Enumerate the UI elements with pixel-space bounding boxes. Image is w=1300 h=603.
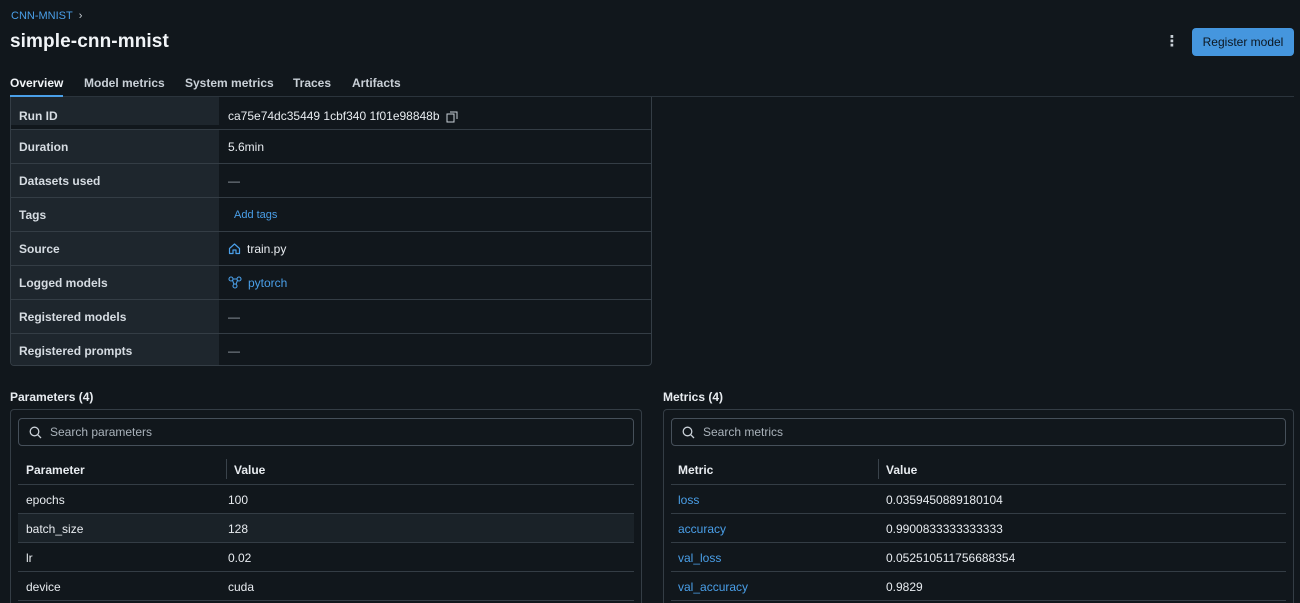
- logged-model-link[interactable]: pytorch: [248, 276, 287, 290]
- copy-icon[interactable]: [446, 111, 458, 123]
- metric-link[interactable]: accuracy: [678, 522, 726, 536]
- home-icon: [228, 242, 241, 255]
- search-icon: [682, 426, 695, 439]
- column-resizer[interactable]: [226, 459, 227, 479]
- detail-value: Add tags: [219, 198, 651, 231]
- metric-value: 0.9829: [886, 580, 923, 594]
- breadcrumb-experiment-link[interactable]: CNN-MNIST: [11, 10, 73, 22]
- param-value: 128: [228, 522, 249, 536]
- tab-artifacts[interactable]: Artifacts: [352, 76, 401, 90]
- metrics-search: [671, 418, 1286, 446]
- detail-value: pytorch: [219, 266, 651, 299]
- tab-traces[interactable]: Traces: [293, 76, 331, 90]
- detail-row-registered-prompts: Registered prompts —: [11, 333, 651, 365]
- search-icon: [29, 426, 42, 439]
- metric-value: 0.0359450889180104: [886, 493, 1003, 507]
- detail-row-duration: Duration 5.6min: [11, 129, 651, 163]
- param-name: epochs: [26, 493, 65, 507]
- run-id-value: ca75e74dc35449 1cbf340 1f01e98848b: [228, 109, 440, 123]
- metrics-search-input[interactable]: [703, 425, 1285, 439]
- table-row: val_accuracy 0.9829: [671, 572, 1286, 601]
- metrics-panel: Metric Value loss 0.0359450889180104 acc…: [663, 409, 1294, 603]
- param-name: device: [26, 580, 61, 594]
- detail-key: Logged models: [11, 266, 219, 299]
- detail-key: Registered prompts: [11, 334, 219, 365]
- column-header-metric[interactable]: Metric: [678, 463, 713, 477]
- table-row: lr 0.02: [18, 543, 634, 572]
- duration-value: 5.6min: [228, 139, 265, 154]
- table-row: val_loss 0.052510511756688354: [671, 543, 1286, 572]
- parameters-title: Parameters (4): [10, 390, 94, 404]
- metric-link[interactable]: val_accuracy: [678, 580, 748, 594]
- table-row: loss 0.0359450889180104: [671, 485, 1286, 514]
- table-row: batch_size 128: [18, 514, 634, 543]
- detail-row-registered-models: Registered models —: [11, 299, 651, 333]
- tab-overview[interactable]: Overview: [10, 76, 64, 97]
- table-row: device cuda: [18, 572, 634, 601]
- column-header-value[interactable]: Value: [886, 463, 917, 477]
- metrics-table-header: Metric Value: [671, 455, 1286, 485]
- detail-row-datasets: Datasets used —: [11, 163, 651, 197]
- metric-value: 0.9900833333333333: [886, 522, 1003, 536]
- parameters-table-header: Parameter Value: [18, 455, 634, 485]
- register-model-button[interactable]: Register model: [1192, 28, 1294, 56]
- metric-link[interactable]: loss: [678, 493, 699, 507]
- metric-value: 0.052510511756688354: [886, 551, 1016, 565]
- detail-key: Tags: [11, 198, 219, 231]
- detail-row-logged-models: Logged models pytorch: [11, 265, 651, 299]
- detail-key: Registered models: [11, 300, 219, 333]
- page-title: simple-cnn-mnist: [10, 31, 169, 52]
- param-name: lr: [26, 551, 33, 565]
- tab-system-metrics[interactable]: System metrics: [185, 76, 274, 90]
- parameters-search: [18, 418, 634, 446]
- metrics-title: Metrics (4): [663, 390, 724, 404]
- tab-bar: Overview Model metrics System metrics Tr…: [10, 70, 1294, 97]
- detail-key: Source: [11, 232, 219, 265]
- detail-row-source: Source train.py: [11, 231, 651, 265]
- table-row: epochs 100: [18, 485, 634, 514]
- table-row: accuracy 0.9900833333333333: [671, 514, 1286, 543]
- parameters-search-input[interactable]: [50, 425, 633, 439]
- detail-value: train.py: [219, 232, 651, 265]
- registered-prompts-value: —: [228, 343, 240, 358]
- tab-model-metrics[interactable]: Model metrics: [84, 76, 165, 90]
- column-header-value[interactable]: Value: [234, 463, 265, 477]
- detail-key: Datasets used: [11, 164, 219, 197]
- add-tags-button[interactable]: Add tags: [234, 209, 277, 221]
- source-link[interactable]: train.py: [247, 242, 286, 256]
- column-resizer[interactable]: [878, 459, 879, 479]
- breadcrumb: CNN-MNIST ›: [11, 10, 82, 22]
- param-value: 0.02: [228, 551, 252, 565]
- registered-models-value: —: [228, 309, 240, 324]
- run-details-table: Run ID ca75e74dc35449 1cbf340 1f01e98848…: [10, 97, 652, 366]
- datasets-value: —: [228, 173, 240, 188]
- param-value: 100: [228, 493, 249, 507]
- more-vertical-icon[interactable]: ⋮: [1164, 33, 1180, 51]
- detail-key: Run ID: [11, 97, 219, 125]
- detail-row-run-id: Run ID ca75e74dc35449 1cbf340 1f01e98848…: [11, 97, 651, 125]
- column-header-parameter[interactable]: Parameter: [26, 463, 85, 477]
- param-value: cuda: [228, 580, 255, 594]
- parameters-panel: Parameter Value epochs 100 batch_size 12…: [10, 409, 642, 603]
- detail-value: ca75e74dc35449 1cbf340 1f01e98848b: [219, 97, 651, 125]
- chevron-right-icon: ›: [78, 10, 83, 22]
- param-name: batch_size: [26, 522, 84, 536]
- model-icon: [228, 276, 242, 289]
- metric-link[interactable]: val_loss: [678, 551, 721, 565]
- detail-key: Duration: [11, 130, 219, 163]
- detail-row-tags: Tags Add tags: [11, 197, 651, 231]
